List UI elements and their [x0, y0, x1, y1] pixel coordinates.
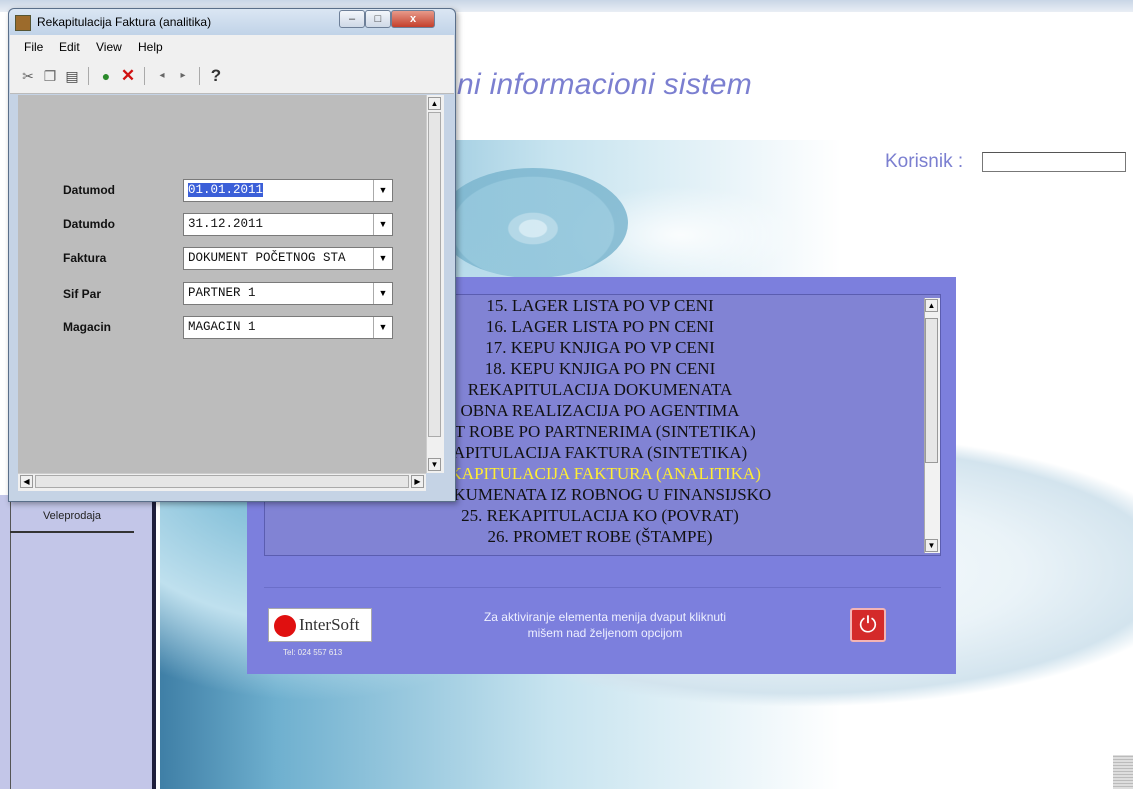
dialog-menubar: File Edit View Help	[10, 35, 454, 57]
dropdown-arrow-icon[interactable]: ▼	[373, 283, 392, 304]
sif-par-value: PARTNER 1	[188, 286, 256, 300]
user-input[interactable]	[982, 152, 1126, 172]
dialog-form: Datumod 01.01.2011 ▼ Datumdo 31.12.2011 …	[18, 95, 426, 473]
magacin-combo[interactable]: MAGACIN 1 ▼	[183, 316, 393, 339]
user-label: Korisnik :	[885, 151, 964, 172]
prev-icon[interactable]: ◂	[153, 67, 171, 85]
close-button[interactable]: x	[391, 10, 435, 28]
menu-scroll-up-icon[interactable]: ▲	[925, 299, 938, 312]
logo-text: InterSoft	[299, 615, 360, 634]
scroll-up-icon[interactable]: ▲	[428, 97, 441, 110]
logo-icon	[274, 615, 296, 637]
app-title: ni informacioni sistem	[457, 68, 753, 101]
toolbar-separator	[199, 67, 200, 85]
minimize-button[interactable]: –	[339, 10, 365, 28]
menu-hint-line2: mišem nad željenom opcijom	[527, 626, 683, 640]
scroll-right-icon[interactable]: ▶	[411, 475, 424, 488]
sif-par-combo[interactable]: PARTNER 1 ▼	[183, 282, 393, 305]
dropdown-arrow-icon[interactable]: ▼	[373, 214, 392, 235]
dialog-titlebar[interactable]: Rekapitulacija Faktura (analitika) – □ x	[9, 9, 455, 35]
cut-icon[interactable]: ✂	[19, 67, 37, 85]
menu-scroll-down-icon[interactable]: ▼	[925, 539, 938, 552]
magacin-value: MAGACIN 1	[188, 320, 256, 334]
scroll-left-icon[interactable]: ◀	[20, 475, 33, 488]
delete-icon[interactable]: ✕	[119, 67, 137, 85]
menu-hint: Za aktiviranje elementa menija dvaput kl…	[440, 609, 770, 641]
field-label-datumod: Datumod	[63, 183, 115, 197]
datumod-combo[interactable]: 01.01.2011 ▼	[183, 179, 393, 202]
scroll-down-icon[interactable]: ▼	[428, 458, 441, 471]
menu-item[interactable]: 25. REKAPITULACIJA KO (POVRAT)	[265, 505, 935, 526]
menu-help[interactable]: Help	[138, 40, 163, 54]
next-icon[interactable]: ▸	[174, 67, 192, 85]
field-label-faktura: Faktura	[63, 251, 107, 265]
menu-view[interactable]: View	[96, 40, 122, 54]
sidebar-item-veleprodaja[interactable]: Veleprodaja	[10, 505, 134, 533]
dropdown-arrow-icon[interactable]: ▼	[373, 248, 392, 269]
report-dialog-window: Rekapitulacija Faktura (analitika) – □ x…	[8, 8, 456, 502]
maximize-button[interactable]: □	[365, 10, 391, 28]
faktura-combo[interactable]: DOKUMENT POČETNOG STA ▼	[183, 247, 393, 270]
disc-graphic	[438, 168, 628, 278]
resize-grip[interactable]	[1113, 755, 1133, 789]
power-icon: ⏻	[859, 612, 877, 637]
dialog-vertical-scroll-thumb[interactable]	[428, 112, 441, 437]
field-label-sif-par: Sif Par	[63, 287, 102, 301]
help-icon[interactable]: ?	[207, 67, 225, 85]
menu-hint-line1: Za aktiviranje elementa menija dvaput kl…	[483, 610, 727, 624]
dialog-horizontal-scroll-thumb[interactable]	[35, 475, 409, 488]
faktura-value: DOKUMENT POČETNOG STA	[188, 251, 346, 265]
field-label-datumdo: Datumdo	[63, 217, 115, 231]
run-icon[interactable]: ●	[97, 67, 115, 85]
dropdown-arrow-icon[interactable]: ▼	[373, 317, 392, 338]
app-window-icon	[15, 15, 31, 31]
datumdo-combo[interactable]: 31.12.2011 ▼	[183, 213, 393, 236]
dialog-toolbar: ✂ ❐ ▤ ● ✕ ◂ ▸ ?	[10, 57, 454, 94]
dropdown-arrow-icon[interactable]: ▼	[373, 180, 392, 201]
toolbar-separator	[88, 67, 89, 85]
left-sidebar	[0, 495, 156, 789]
paste-icon[interactable]: ▤	[63, 67, 81, 85]
sidebar-divider	[10, 500, 11, 789]
intersoft-logo: InterSoft	[268, 608, 372, 642]
field-label-magacin: Magacin	[63, 320, 112, 334]
phone-number: Tel: 024 557 613	[283, 648, 343, 657]
menu-scroll-thumb[interactable]	[925, 318, 938, 463]
menu-item[interactable]: 26. PROMET ROBE (ŠTAMPE)	[265, 526, 935, 547]
power-button[interactable]: ⏻	[850, 608, 886, 642]
toolbar-separator	[144, 67, 145, 85]
datumdo-value: 31.12.2011	[188, 217, 264, 231]
menu-file[interactable]: File	[24, 40, 43, 54]
datumod-value: 01.01.2011	[188, 183, 264, 197]
menu-edit[interactable]: Edit	[59, 40, 80, 54]
copy-icon[interactable]: ❐	[41, 67, 59, 85]
dialog-title: Rekapitulacija Faktura (analitika)	[37, 15, 212, 29]
